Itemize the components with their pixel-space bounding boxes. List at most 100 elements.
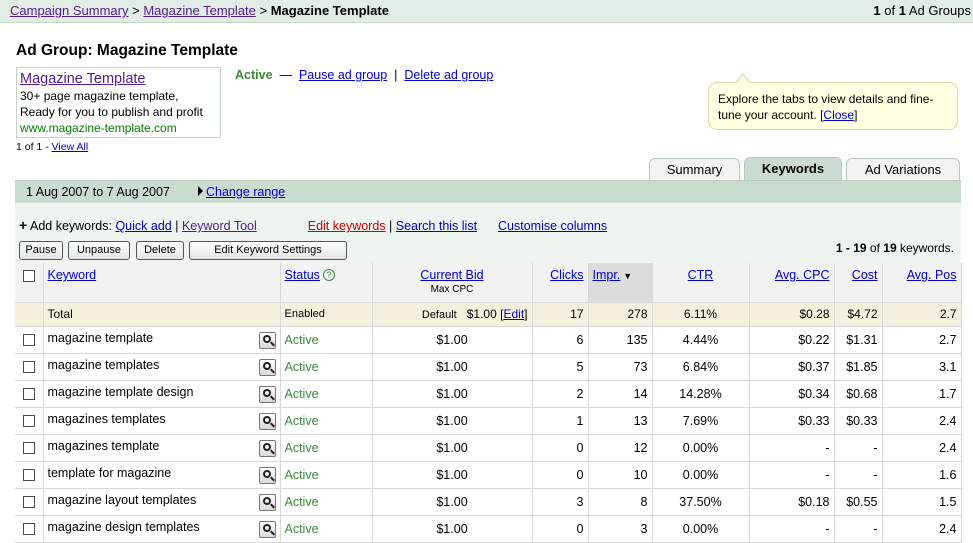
pause-button[interactable]: Pause bbox=[19, 241, 63, 260]
search-icon[interactable] bbox=[258, 466, 276, 484]
search-icon[interactable] bbox=[258, 331, 276, 349]
help-icon[interactable]: ? bbox=[322, 269, 335, 281]
keyword-column-header[interactable]: Keyword bbox=[48, 268, 97, 282]
keyword-impressions: 8 bbox=[588, 488, 653, 516]
keyword-tool-link[interactable]: Keyword Tool bbox=[182, 219, 257, 233]
keyword-status: Active bbox=[284, 494, 319, 509]
total-ctr: 6.11% bbox=[652, 302, 750, 327]
breadcrumb-current: Magazine Template bbox=[270, 3, 389, 18]
total-status: Enabled bbox=[280, 302, 373, 327]
breadcrumb-campaign-summary-link[interactable]: Campaign Summary bbox=[10, 3, 129, 18]
total-avg-cpc: $0.28 bbox=[749, 302, 835, 327]
total-impressions: 278 bbox=[588, 302, 653, 327]
edit-keywords-link[interactable]: Edit keywords bbox=[308, 219, 386, 233]
avg-pos-column-header[interactable]: Avg. Pos bbox=[907, 268, 957, 282]
keyword-cost: $1.31 bbox=[834, 326, 883, 354]
table-row: magazine design templates Active $1.00 0 3 0.… bbox=[15, 515, 962, 543]
keyword-text: magazine template design bbox=[47, 384, 194, 399]
ad-headline-link[interactable]: Magazine Template bbox=[20, 70, 217, 88]
quick-add-link[interactable]: Quick add bbox=[115, 219, 171, 233]
keyword-clicks: 3 bbox=[532, 488, 589, 516]
keyword-cost: - bbox=[834, 515, 883, 543]
tab-summary[interactable]: Summary bbox=[649, 158, 740, 181]
keywords-table: Keyword Status? Current Bid Max CPC Click… bbox=[15, 263, 962, 543]
search-icon[interactable] bbox=[258, 520, 276, 538]
search-icon[interactable] bbox=[258, 493, 276, 511]
search-icon[interactable] bbox=[258, 358, 276, 376]
keyword-ctr: 14.28% bbox=[652, 380, 750, 408]
row-checkbox[interactable] bbox=[22, 496, 35, 509]
ad-group-status: Active bbox=[235, 68, 273, 82]
ad-group-count: 1 of 1 Ad Groups bbox=[873, 3, 971, 18]
keyword-text: magazine templates bbox=[47, 357, 160, 372]
delete-button[interactable]: Delete bbox=[136, 241, 184, 260]
view-all-link[interactable]: View All bbox=[52, 141, 89, 153]
keyword-avg-pos: 1.6 bbox=[882, 461, 962, 489]
current-bid-column-header[interactable]: Current Bid bbox=[420, 268, 483, 282]
breadcrumb-separator: > bbox=[132, 3, 140, 18]
keyword-cost: $0.68 bbox=[834, 380, 883, 408]
keyword-clicks: 2 bbox=[532, 380, 589, 408]
keyword-cost: $0.55 bbox=[834, 488, 883, 516]
pause-ad-group-link[interactable]: Pause ad group bbox=[299, 68, 387, 82]
keyword-impressions: 12 bbox=[588, 434, 653, 462]
unpause-button[interactable]: Unpause bbox=[68, 241, 130, 260]
keyword-status: Active bbox=[284, 413, 319, 428]
edit-default-bid-link[interactable]: Edit bbox=[503, 307, 524, 321]
keyword-impressions: 14 bbox=[588, 380, 653, 408]
tab-ad-variations[interactable]: Ad Variations bbox=[846, 158, 960, 181]
row-checkbox[interactable] bbox=[22, 415, 35, 428]
status-column-header[interactable]: Status bbox=[285, 268, 320, 282]
delete-ad-group-link[interactable]: Delete ad group bbox=[404, 68, 493, 82]
avg-cpc-column-header[interactable]: Avg. CPC bbox=[775, 268, 830, 282]
search-icon[interactable] bbox=[258, 385, 276, 403]
select-all-checkbox[interactable] bbox=[22, 269, 35, 282]
total-bid-cell: Default $1.00 [Edit] bbox=[372, 302, 533, 327]
ctr-column-header[interactable]: CTR bbox=[688, 268, 714, 282]
clicks-column-header[interactable]: Clicks bbox=[550, 268, 583, 282]
keyword-avg-pos: 1.7 bbox=[882, 380, 962, 408]
breadcrumb-separator: > bbox=[259, 3, 268, 18]
edit-keyword-settings-button[interactable]: Edit Keyword Settings bbox=[189, 241, 347, 260]
keyword-avg-pos: 1.5 bbox=[882, 488, 962, 516]
row-checkbox[interactable] bbox=[22, 442, 35, 455]
max-cpc-sublabel: Max CPC bbox=[430, 284, 474, 295]
tip-close-link[interactable]: Close bbox=[823, 108, 854, 122]
row-checkbox[interactable] bbox=[22, 523, 35, 536]
cost-column-header[interactable]: Cost bbox=[852, 268, 878, 282]
keyword-impressions: 73 bbox=[588, 353, 653, 381]
search-icon[interactable] bbox=[258, 412, 276, 430]
total-label: Total bbox=[43, 302, 281, 327]
keyword-cost: $0.33 bbox=[834, 407, 883, 435]
keyword-ctr: 0.00% bbox=[652, 461, 750, 489]
keyword-bid: $1.00 bbox=[372, 380, 533, 408]
impressions-column-header[interactable]: Impr. bbox=[593, 268, 621, 282]
customise-columns-link[interactable]: Customise columns bbox=[498, 219, 607, 233]
keyword-avg-pos: 3.1 bbox=[882, 353, 962, 381]
tab-keywords[interactable]: Keywords bbox=[744, 157, 842, 181]
row-checkbox[interactable] bbox=[22, 388, 35, 401]
keyword-ctr: 4.44% bbox=[652, 326, 750, 354]
keyword-cost: $1.85 bbox=[834, 353, 883, 381]
table-row: magazine template Active $1.00 6 135 4.44% $0.… bbox=[15, 326, 962, 354]
keyword-bid: $1.00 bbox=[372, 353, 533, 381]
keyword-clicks: 0 bbox=[532, 515, 589, 543]
breadcrumb-campaign-link[interactable]: Magazine Template bbox=[143, 3, 256, 18]
keyword-avg-pos: 2.4 bbox=[882, 407, 962, 435]
total-avg-pos: 2.7 bbox=[882, 302, 962, 327]
change-range-link[interactable]: Change range bbox=[206, 185, 285, 199]
ad-group-status-line: Active — Pause ad group | Delete ad grou… bbox=[235, 68, 494, 82]
keyword-ctr: 7.69% bbox=[652, 407, 750, 435]
keyword-bid: $1.00 bbox=[372, 326, 533, 354]
keyword-count: 1 - 19 of 19 keywords. bbox=[835, 241, 954, 255]
row-checkbox[interactable] bbox=[22, 469, 35, 482]
keyword-status: Active bbox=[284, 521, 319, 536]
keyword-avg-cpc: $0.34 bbox=[749, 380, 835, 408]
keyword-avg-pos: 2.7 bbox=[882, 326, 962, 354]
row-checkbox[interactable] bbox=[22, 361, 35, 374]
row-checkbox[interactable] bbox=[22, 334, 35, 347]
search-icon[interactable] bbox=[258, 439, 276, 457]
search-this-list-link[interactable]: Search this list bbox=[396, 219, 477, 233]
total-cost: $4.72 bbox=[834, 302, 883, 327]
keyword-impressions: 10 bbox=[588, 461, 653, 489]
